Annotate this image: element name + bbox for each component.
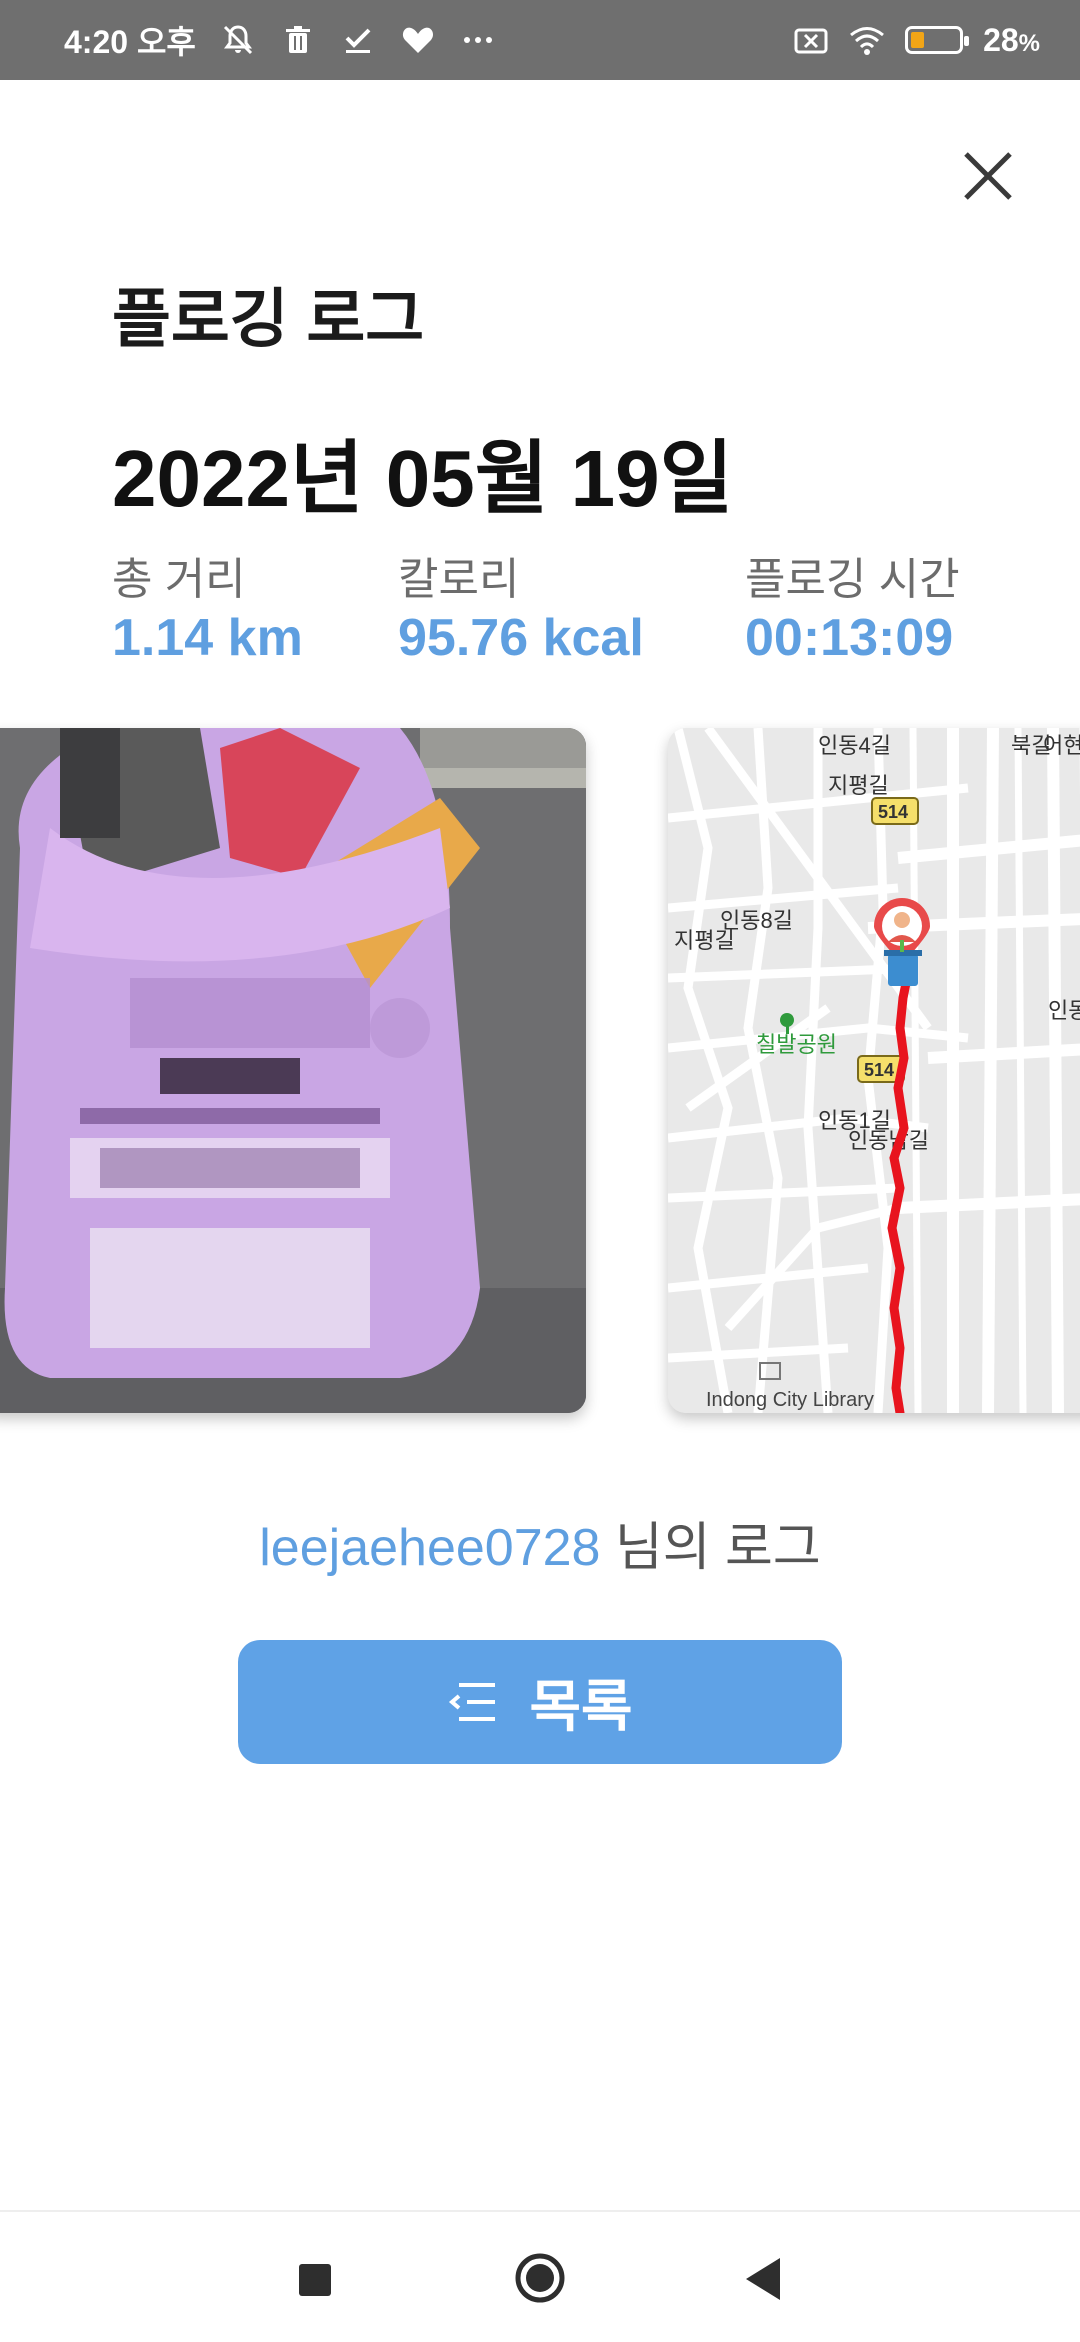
wifi-icon — [849, 22, 885, 58]
close-button[interactable] — [952, 140, 1024, 212]
close-icon — [964, 152, 1012, 200]
home-button[interactable] — [514, 2252, 566, 2304]
page-title: 플로깅 로그 — [112, 283, 425, 355]
no-sim-icon — [793, 22, 829, 58]
map-label-road8: 514 — [864, 1060, 894, 1080]
time-value: 00:13:09 — [745, 609, 954, 667]
trash-icon — [280, 22, 316, 58]
list-button[interactable]: 목록 — [238, 1640, 842, 1764]
battery-icon — [905, 26, 970, 54]
list-icon — [449, 1683, 496, 1721]
map-label-park: 칠발공원 — [756, 1032, 837, 1057]
log-date: 2022년 05월 19일 — [112, 434, 734, 523]
more-dots-icon — [460, 22, 496, 58]
map-label-road3: 514 — [878, 802, 908, 822]
heart-icon — [400, 22, 436, 58]
calorie-value: 95.76 kcal — [398, 609, 644, 667]
status-bar: 4:20 오후 28% — [0, 0, 1080, 80]
status-time: 4:20 오후 — [64, 24, 196, 60]
map-label-road2: 지평길 — [828, 773, 889, 798]
map-label-library: Indong City Library — [706, 1389, 874, 1411]
log-owner-text: leejaehee0728 님의 로그 — [0, 1505, 1080, 1580]
check-icon — [340, 22, 376, 58]
map-label-road5: 지평길 — [674, 928, 735, 953]
distance-label: 총 거리 — [112, 555, 246, 604]
calorie-label: 칼로리 — [398, 555, 520, 604]
time-label: 플로깅 시간 — [745, 555, 960, 604]
mute-icon — [220, 22, 256, 58]
trash-bag-photo[interactable] — [0, 728, 586, 1413]
list-button-label: 목록 — [529, 1674, 633, 1738]
route-map[interactable]: 인동4길 지평길 514 인동8길 지평길 어현로길 북길 칠발공원 514 인… — [668, 728, 1080, 1413]
map-label-road11: 인동7길 — [1048, 998, 1080, 1023]
map-label-road1: 인동4길 — [818, 733, 891, 758]
map-label-road10: 인동남길 — [848, 1128, 929, 1153]
back-button[interactable] — [742, 2256, 782, 2302]
battery-fill — [911, 32, 925, 48]
map-label-road7: 북길 — [1011, 733, 1051, 758]
recent-apps-button[interactable] — [299, 2264, 331, 2296]
owner-username: leejaehee0728 — [259, 1519, 601, 1577]
owner-suffix: 님의 로그 — [600, 1519, 821, 1577]
distance-value: 1.14 km — [112, 609, 303, 667]
battery-percent: 28% — [983, 21, 1040, 58]
system-nav-bar — [0, 2210, 1080, 2342]
